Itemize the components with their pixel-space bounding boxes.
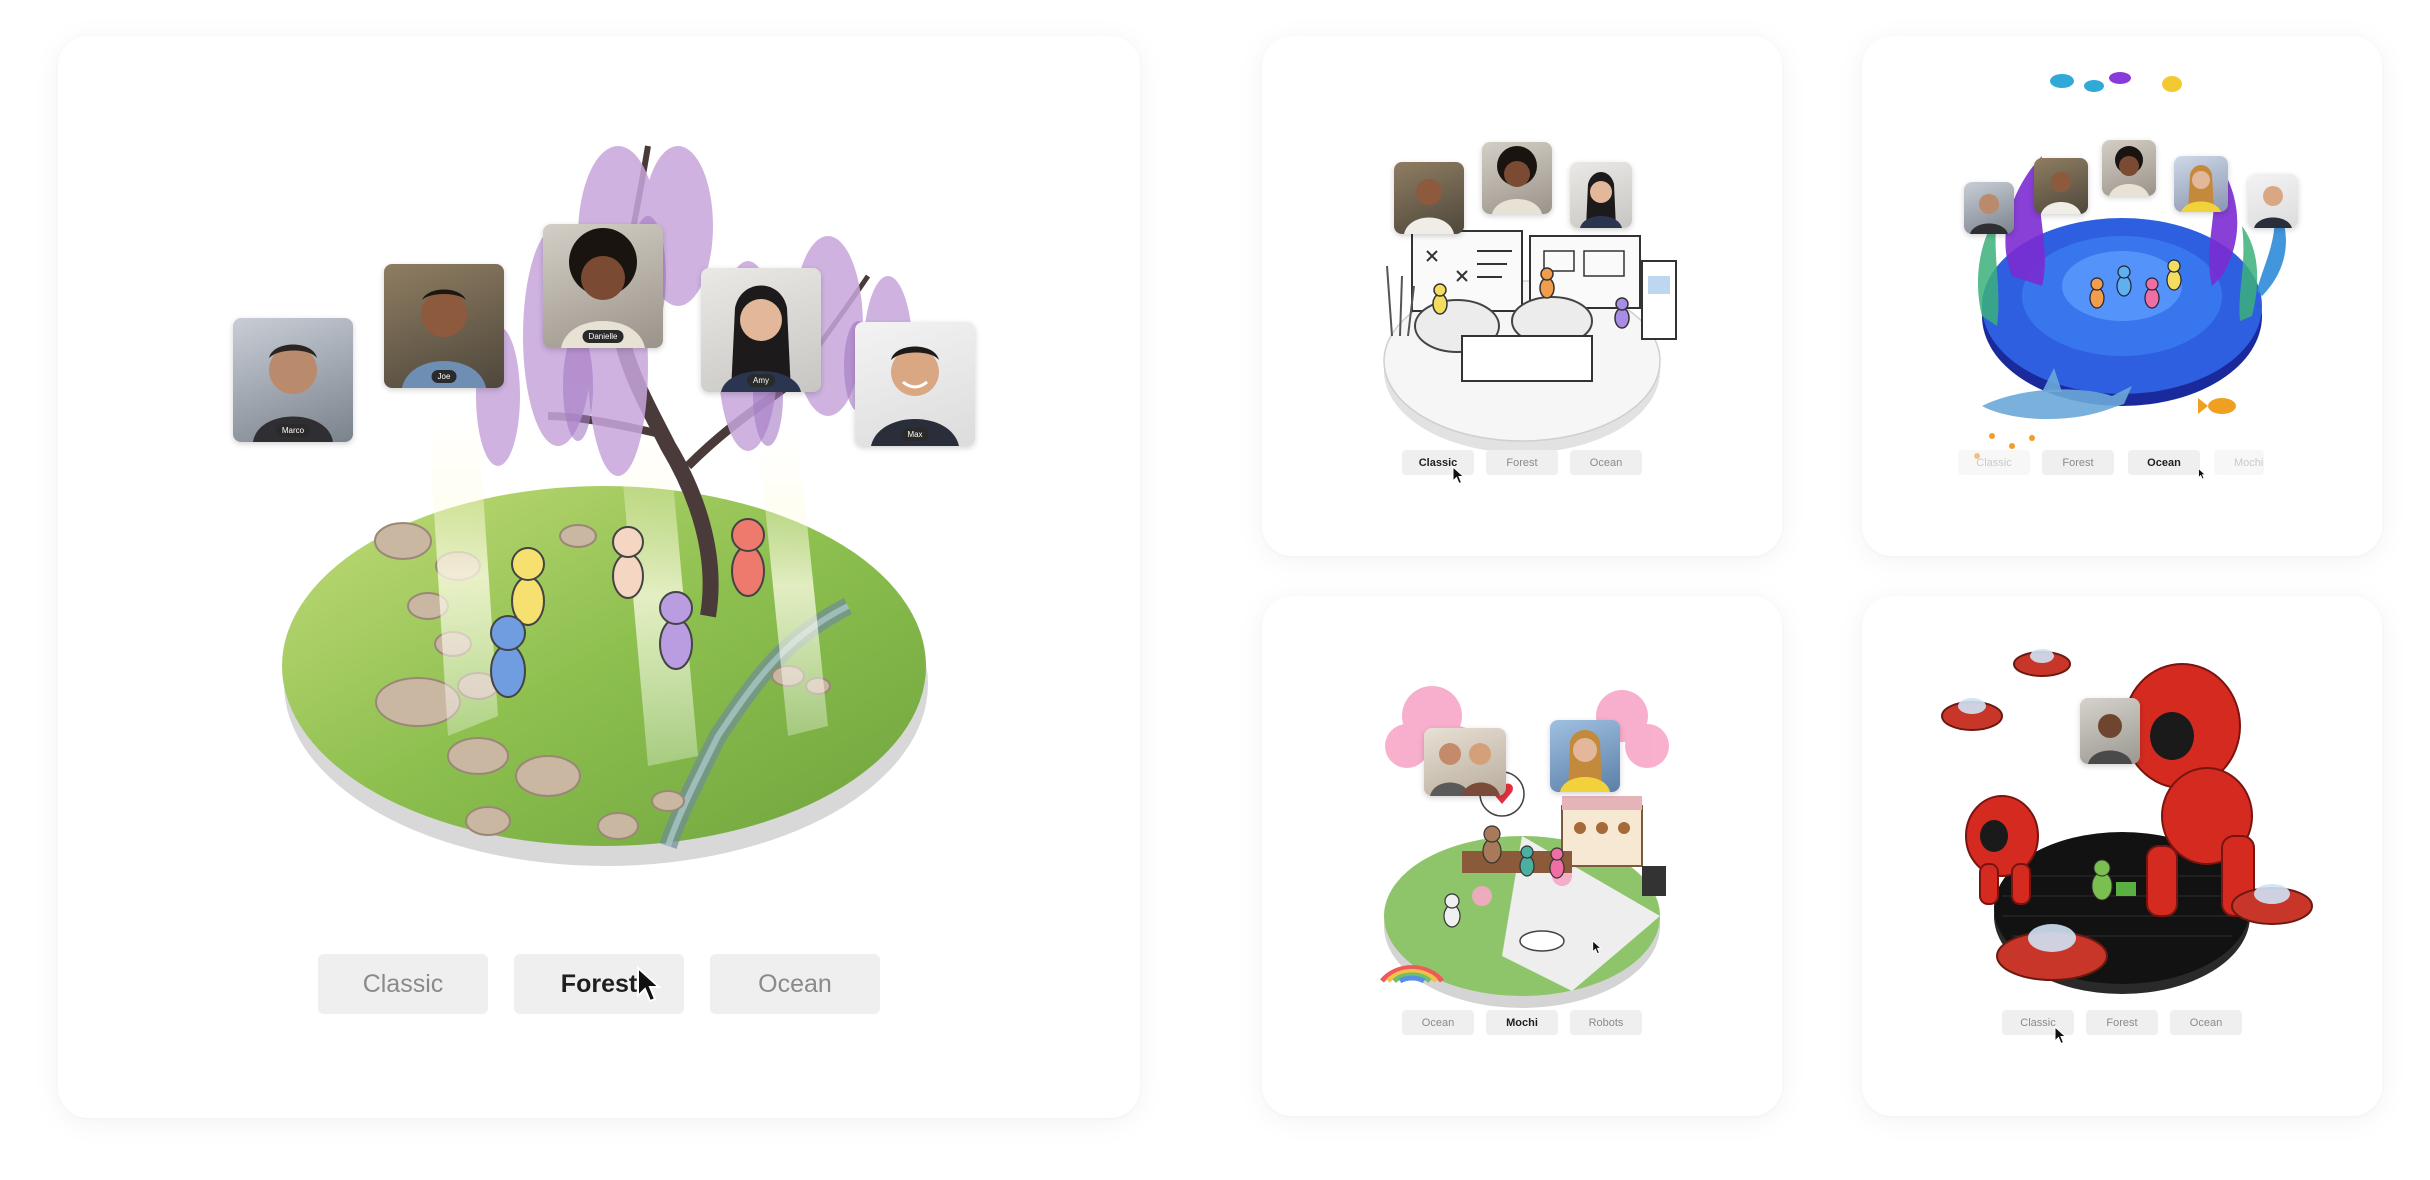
scene-button-classic[interactable]: Classic bbox=[318, 954, 488, 1014]
participant-video bbox=[2080, 698, 2140, 764]
participant-video bbox=[2102, 140, 2156, 196]
scene-button-ocean[interactable]: Ocean bbox=[710, 954, 880, 1014]
participant-video bbox=[1482, 142, 1552, 214]
participant-video bbox=[2248, 174, 2298, 228]
scene-button-ocean[interactable]: Ocean bbox=[2128, 450, 2200, 475]
participant-video bbox=[1570, 162, 1632, 228]
forest-room-card: Marco Joe Danielle Amy Max Classic Fores… bbox=[58, 36, 1140, 1118]
participant-video-danielle: Danielle bbox=[543, 224, 663, 348]
participant-name-tag: Joe bbox=[431, 370, 457, 383]
scene-button-classic[interactable]: Classic bbox=[1958, 450, 2030, 475]
participant-video-marco: Marco bbox=[233, 318, 353, 442]
mochi-room-card: Ocean Mochi Robots bbox=[1262, 596, 1782, 1116]
scene-button-robots[interactable]: Robots bbox=[1570, 1010, 1642, 1035]
scene-button-forest[interactable]: Forest bbox=[1486, 450, 1558, 475]
participant-video bbox=[1964, 182, 2014, 234]
scene-button-mochi[interactable]: Mochi bbox=[1486, 1010, 1558, 1035]
ocean-room-card: Classic Forest Ocean Mochi bbox=[1862, 36, 2382, 556]
robots-scene-illustration bbox=[1941, 649, 2313, 994]
participant-video-amy: Amy bbox=[701, 268, 821, 392]
scene-button-ocean[interactable]: Ocean bbox=[1570, 450, 1642, 475]
participant-video-max: Max bbox=[855, 322, 975, 446]
participant-video bbox=[1550, 720, 1620, 792]
participant-name-tag: Max bbox=[901, 428, 929, 441]
scene-button-ocean[interactable]: Ocean bbox=[1402, 1010, 1474, 1035]
cursor-arrow-icon bbox=[2054, 1026, 2067, 1045]
participant-name-tag: Danielle bbox=[582, 330, 624, 343]
classic-room-card: Classic Forest Ocean bbox=[1262, 36, 1782, 556]
participant-video bbox=[1394, 162, 1464, 234]
scene-button-forest[interactable]: Forest bbox=[2042, 450, 2114, 475]
robots-room-card: Classic Forest Ocean bbox=[1862, 596, 2382, 1116]
scene-button-forest[interactable]: Forest bbox=[2086, 1010, 2158, 1035]
cursor-arrow-icon bbox=[2198, 468, 2206, 480]
participant-video-joe: Joe bbox=[384, 264, 504, 388]
scene-button-mochi[interactable]: Mochi bbox=[2214, 450, 2264, 475]
scene-button-ocean[interactable]: Ocean bbox=[2170, 1010, 2242, 1035]
cursor-arrow-icon bbox=[637, 966, 662, 1003]
ocean-scene-illustration bbox=[1974, 72, 2286, 459]
mochi-scene-illustration bbox=[1380, 686, 1669, 1008]
participant-video bbox=[2034, 158, 2088, 214]
participant-name-tag: Amy bbox=[747, 374, 775, 387]
participant-video bbox=[1424, 728, 1506, 796]
participant-name-tag: Marco bbox=[275, 424, 311, 437]
classic-office-illustration bbox=[1383, 230, 1677, 453]
cursor-arrow-icon bbox=[1452, 466, 1465, 485]
cursor-arrow-icon bbox=[1592, 940, 1602, 955]
participant-video bbox=[2174, 156, 2228, 212]
